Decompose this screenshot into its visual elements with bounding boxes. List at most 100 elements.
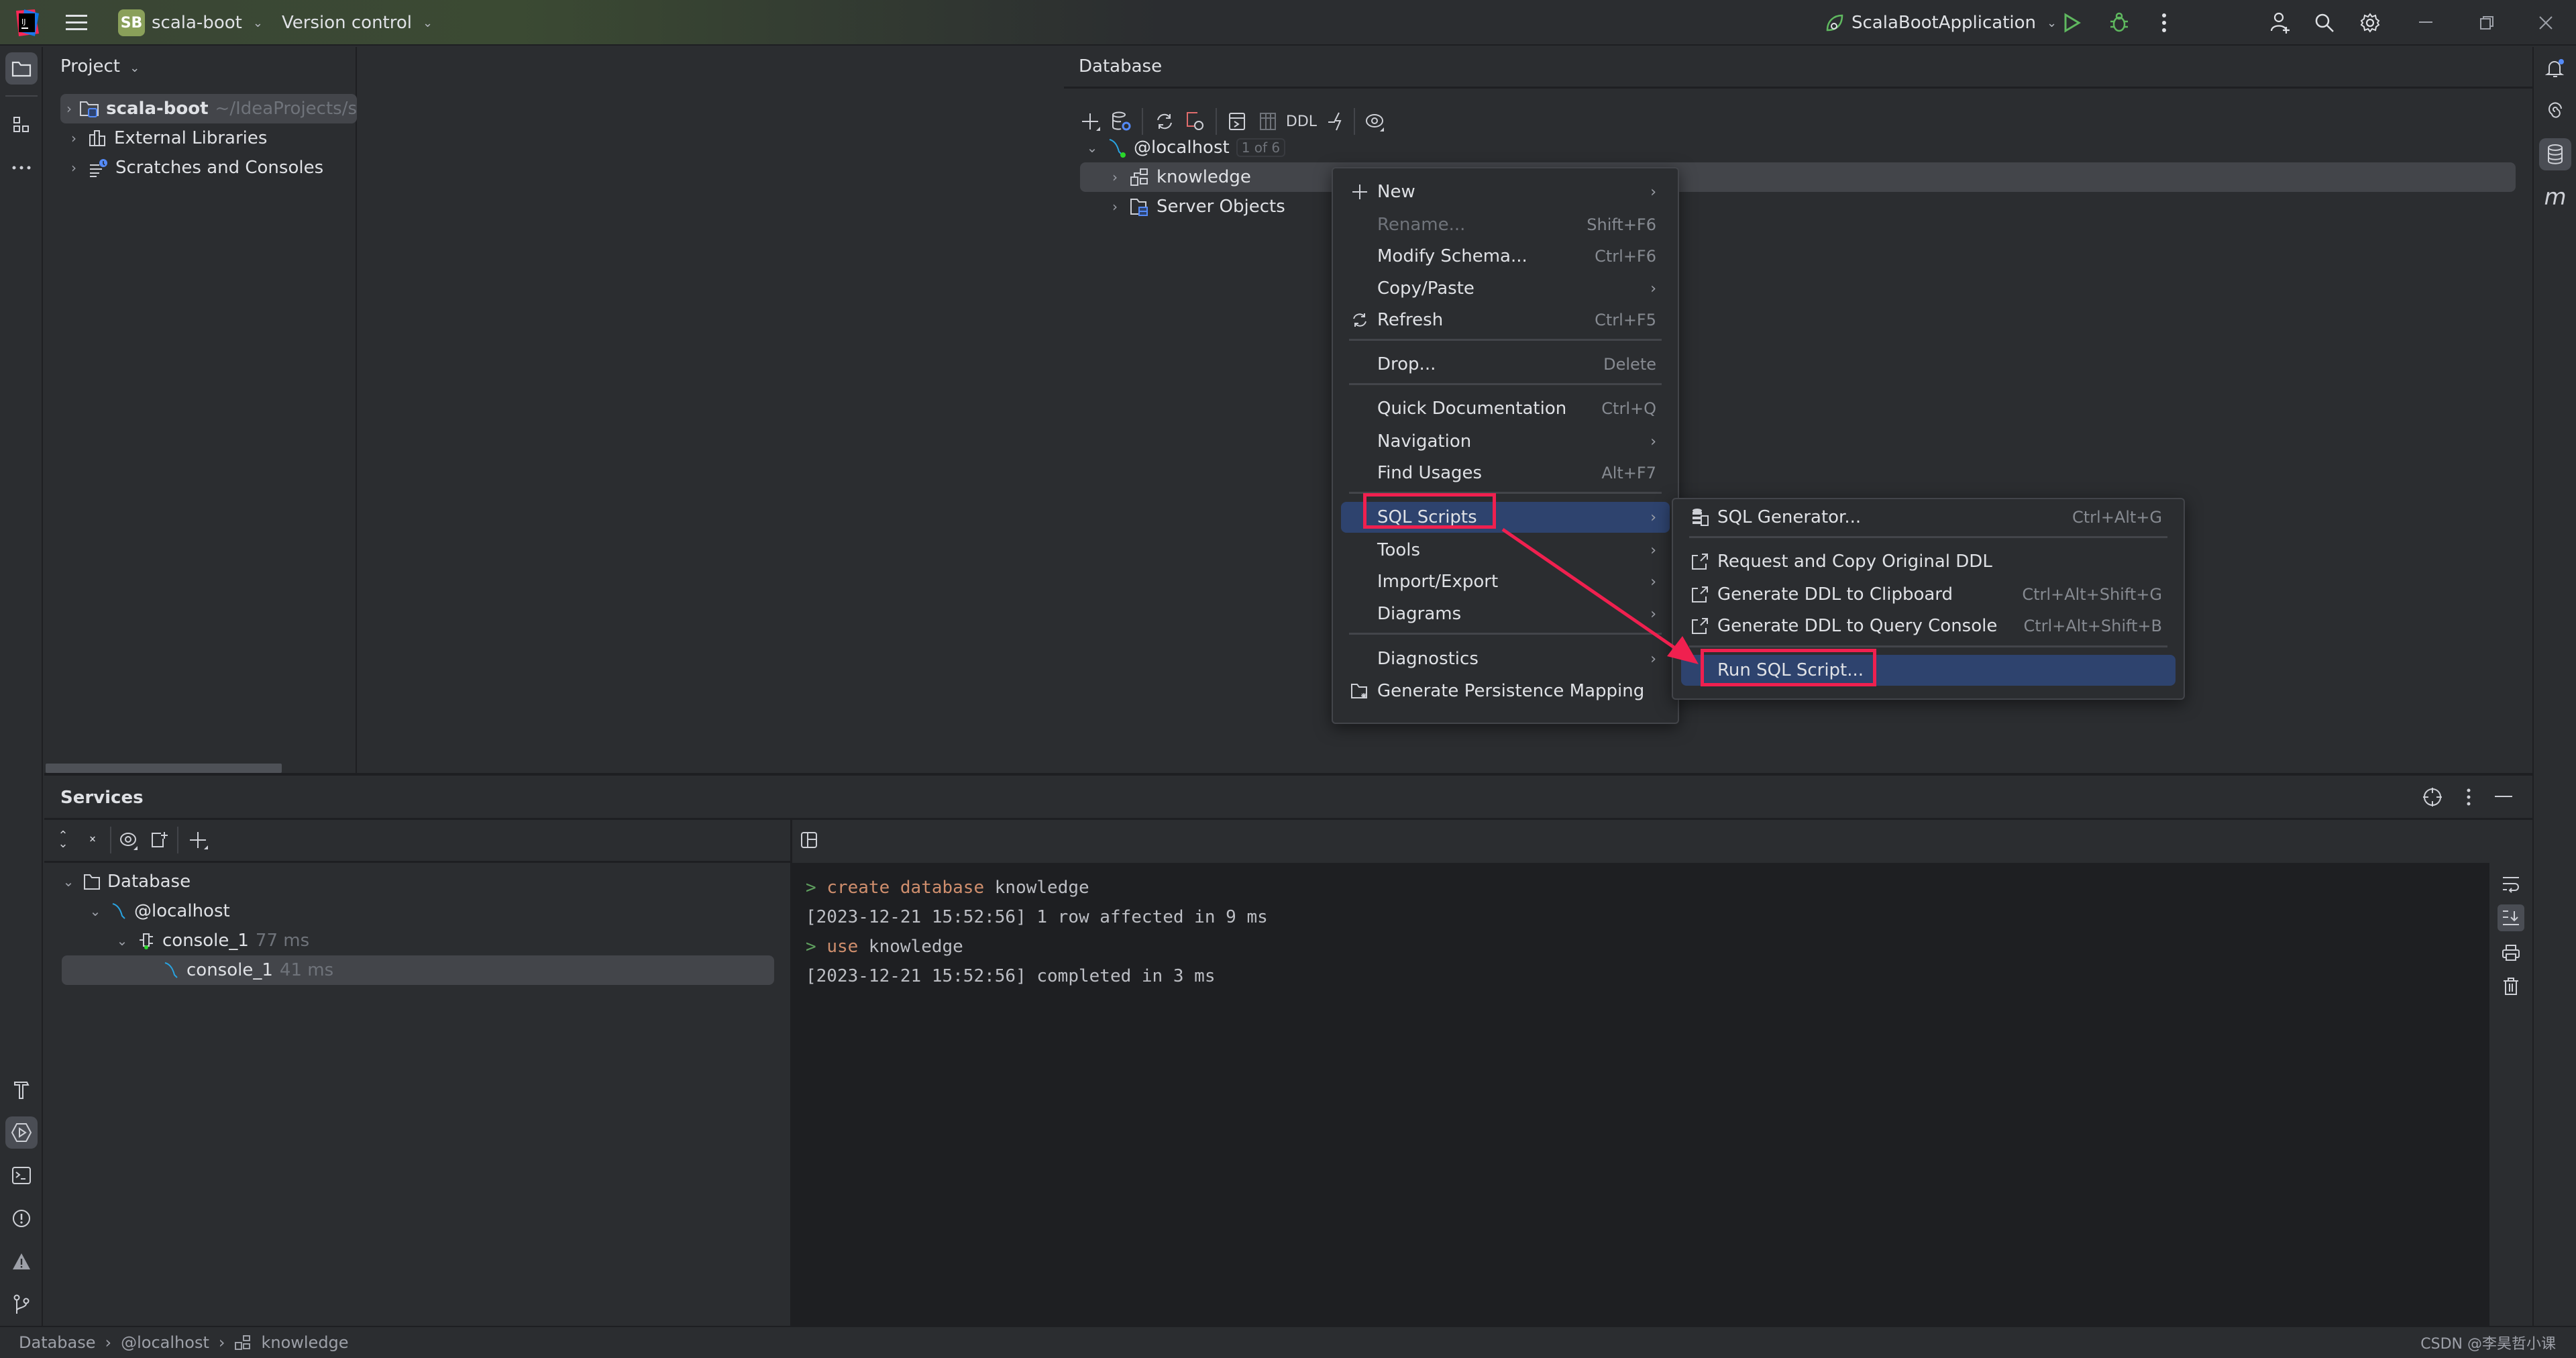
- menu-item-rename: Rename... Shift+F6: [1341, 209, 1670, 240]
- search-everywhere-button[interactable]: [2314, 0, 2334, 46]
- menu-item-label: Modify Schema...: [1377, 246, 1527, 266]
- restore-window-button[interactable]: [2479, 0, 2494, 46]
- menu-item-drop[interactable]: Drop... Delete: [1341, 349, 1670, 380]
- breadcrumb-database[interactable]: Database: [19, 1333, 96, 1352]
- table-editor-button[interactable]: [1254, 108, 1281, 135]
- services-tree-console[interactable]: console_1 41 ms: [62, 955, 774, 985]
- settings-button[interactable]: [2360, 0, 2380, 46]
- version-control-dropdown[interactable]: Version control ⌄: [282, 0, 433, 46]
- locate-button[interactable]: [2419, 784, 2446, 811]
- warnings-tool-button[interactable]: [5, 1245, 38, 1277]
- tree-item-knowledge[interactable]: › knowledge: [1080, 162, 2516, 192]
- problems-tool-button[interactable]: [5, 1202, 38, 1235]
- shortcut-label: Ctrl+Alt+G: [2072, 508, 2162, 527]
- menu-separator: [1349, 339, 1662, 341]
- services-view-options-button[interactable]: [115, 827, 142, 853]
- breadcrumb-knowledge[interactable]: knowledge: [261, 1333, 348, 1352]
- external-link-icon: [1690, 552, 1709, 571]
- expand-all-button[interactable]: ⌃ ⌄: [50, 827, 76, 853]
- left-tool-window-strip: [0, 47, 43, 1326]
- datasource-properties-button[interactable]: [1108, 108, 1135, 135]
- project-tool-button[interactable]: [5, 52, 38, 85]
- menu-item-diagrams[interactable]: Diagrams ›: [1341, 598, 1670, 629]
- menu-item-refresh[interactable]: Refresh Ctrl+F5: [1341, 305, 1670, 335]
- version-control-label: Version control: [282, 13, 412, 33]
- scroll-to-end-button[interactable]: [2498, 904, 2524, 931]
- project-switcher[interactable]: SB scala-boot ⌄: [118, 0, 263, 46]
- console-output[interactable]: > create database knowledge [2023-12-21 …: [792, 863, 2489, 1326]
- app-logo[interactable]: IJ: [15, 0, 39, 46]
- terminal-icon: [12, 1167, 31, 1184]
- build-tool-button[interactable]: [5, 1074, 38, 1106]
- run-config-dropdown[interactable]: ScalaBootApplication ⌄: [1825, 0, 2057, 46]
- menu-item-generate-ddl-console[interactable]: Generate DDL to Query Console Ctrl+Alt+Sh…: [1681, 611, 2176, 641]
- terminal-tool-button[interactable]: [5, 1159, 38, 1192]
- notifications-button[interactable]: [2539, 52, 2571, 85]
- horizontal-scrollbar[interactable]: [46, 764, 282, 773]
- refresh-button[interactable]: [1151, 108, 1178, 135]
- tree-item-scala-boot[interactable]: › scala-boot ~/IdeaProjects/s: [60, 94, 357, 123]
- chevron-down-icon: ⌄: [423, 15, 433, 30]
- collapse-all-button[interactable]: ⌄ ⌃: [79, 827, 106, 853]
- breadcrumb-localhost[interactable]: @localhost: [121, 1333, 209, 1352]
- project-view-selector[interactable]: Project ⌄: [60, 56, 140, 76]
- clear-all-button[interactable]: [2498, 973, 2524, 1000]
- services-tree-localhost[interactable]: ⌄ @localhost: [87, 896, 230, 926]
- layout-toggle-button[interactable]: [796, 827, 822, 853]
- persistence-icon: [1350, 682, 1369, 700]
- menu-item-navigation[interactable]: Navigation ›: [1341, 426, 1670, 457]
- close-window-button[interactable]: [2538, 0, 2553, 46]
- services-tree-console-session[interactable]: ⌄ console_1 77 ms: [114, 926, 310, 955]
- menu-item-copy-paste[interactable]: Copy/Paste ›: [1341, 273, 1670, 304]
- print-button[interactable]: [2498, 939, 2524, 966]
- menu-item-quick-documentation[interactable]: Quick Documentation Ctrl+Q: [1341, 393, 1670, 424]
- libraries-icon: [89, 129, 107, 147]
- menu-item-generate-ddl-clipboard[interactable]: Generate DDL to Clipboard Ctrl+Alt+Shift+…: [1681, 579, 2176, 610]
- scratches-icon: [89, 158, 109, 177]
- structure-tool-button[interactable]: [5, 109, 38, 141]
- tree-item-scratches[interactable]: › Scratches and Consoles: [60, 153, 323, 182]
- more-actions-button[interactable]: [2161, 0, 2167, 46]
- run-config-label: ScalaBootApplication: [1851, 13, 2037, 33]
- minimize-window-button[interactable]: [2419, 0, 2432, 46]
- code-with-me-button[interactable]: [2270, 0, 2290, 46]
- git-tool-button[interactable]: [5, 1288, 38, 1320]
- maven-tool-button[interactable]: m: [2539, 181, 2571, 213]
- jump-to-query-button[interactable]: [1323, 108, 1350, 135]
- add-service-button[interactable]: [185, 827, 212, 853]
- services-options-button[interactable]: [2455, 784, 2482, 811]
- ai-assistant-button[interactable]: [2539, 95, 2571, 127]
- project-name: scala-boot: [152, 13, 242, 33]
- sql-keyword: use: [826, 937, 859, 957]
- run-button[interactable]: [2063, 0, 2081, 46]
- tree-item-server-objects[interactable]: › Server Objects: [1080, 192, 1285, 221]
- add-user-icon: [2270, 12, 2290, 34]
- services-tree-database[interactable]: ⌄ Database: [60, 867, 191, 896]
- menu-item-import-export[interactable]: Import/Export ›: [1341, 566, 1670, 597]
- tree-item-path-hint: ~/IdeaProjects/s: [215, 99, 357, 119]
- chevron-down-icon: ⌄: [2047, 15, 2057, 30]
- database-tool-button[interactable]: [2539, 138, 2571, 170]
- jump-to-console-button[interactable]: [1224, 108, 1250, 135]
- hide-panel-button[interactable]: [2490, 784, 2517, 811]
- menu-item-new[interactable]: New ›: [1341, 176, 1670, 207]
- debug-button[interactable]: [2109, 0, 2129, 46]
- tree-item-external-libraries[interactable]: › External Libraries: [60, 123, 267, 153]
- open-in-new-tab-button[interactable]: [146, 827, 173, 853]
- menu-item-tools[interactable]: Tools ›: [1341, 535, 1670, 566]
- menu-item-diagnostics[interactable]: Diagnostics ›: [1341, 643, 1670, 674]
- view-options-button[interactable]: [1362, 108, 1389, 135]
- add-datasource-button[interactable]: [1077, 108, 1104, 135]
- menu-item-generate-persistence-mapping[interactable]: Generate Persistence Mapping: [1341, 676, 1670, 707]
- main-menu-button[interactable]: [66, 0, 87, 46]
- tree-item-localhost[interactable]: ⌄ @localhost 1 of 6: [1084, 133, 1286, 162]
- disconnect-button[interactable]: [1182, 108, 1209, 135]
- more-tools-button[interactable]: [5, 152, 38, 184]
- menu-item-modify-schema[interactable]: Modify Schema... Ctrl+F6: [1341, 241, 1670, 272]
- services-tool-button[interactable]: [5, 1116, 38, 1149]
- menu-item-request-copy-ddl[interactable]: Request and Copy Original DDL: [1681, 546, 2176, 577]
- menu-item-find-usages[interactable]: Find Usages Alt+F7: [1341, 458, 1670, 488]
- ddl-button[interactable]: DDL: [1283, 108, 1320, 135]
- menu-item-sql-generator[interactable]: SQL Generator... Ctrl+Alt+G: [1681, 502, 2176, 533]
- soft-wrap-button[interactable]: [2498, 871, 2524, 898]
